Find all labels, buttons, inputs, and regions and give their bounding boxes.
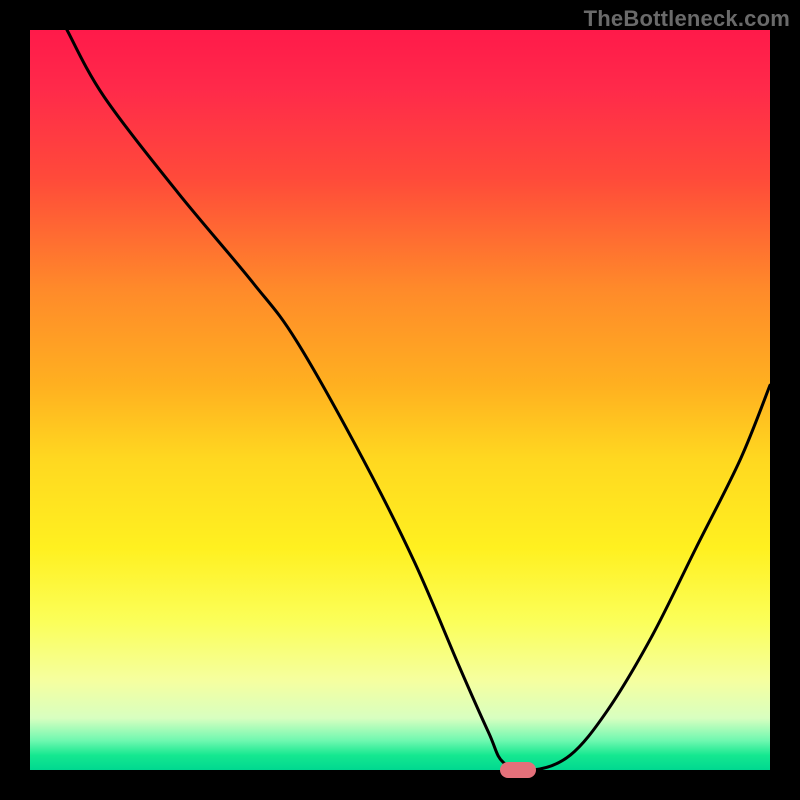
watermark-text: TheBottleneck.com bbox=[584, 6, 790, 32]
plot-area bbox=[30, 30, 770, 770]
bottleneck-curve bbox=[67, 30, 770, 770]
curve-layer bbox=[30, 30, 770, 770]
optimal-marker bbox=[500, 762, 536, 778]
chart-container: TheBottleneck.com bbox=[0, 0, 800, 800]
